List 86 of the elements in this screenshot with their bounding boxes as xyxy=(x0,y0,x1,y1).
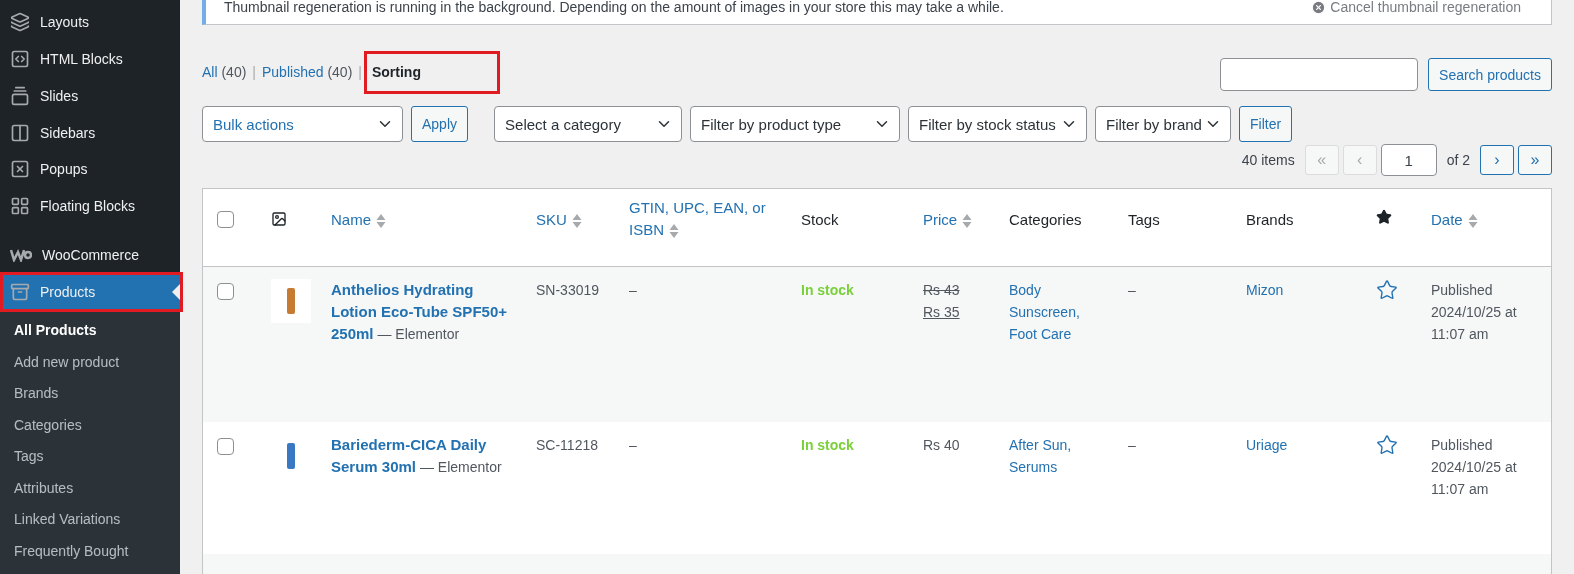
sort-icon xyxy=(1467,213,1478,230)
tags-text: – xyxy=(1128,437,1136,453)
brand-link[interactable]: Uriage xyxy=(1246,434,1356,456)
image-icon xyxy=(271,211,287,227)
notice-message: Thumbnail regeneration is running in the background. Depending on the amount of images in your store this may take a while. xyxy=(224,0,1004,15)
menu-icon xyxy=(10,196,30,217)
publish-date: Published 2024/10/25 at 11:07 am xyxy=(1431,282,1517,342)
category-link[interactable]: Body Sunscreen, xyxy=(1009,279,1108,323)
menu-icon xyxy=(10,281,30,302)
menu-icon xyxy=(10,122,30,143)
column-header[interactable]: SKU xyxy=(536,209,582,231)
tags-text: – xyxy=(1128,282,1136,298)
sale-price: Rs 35 xyxy=(923,303,961,322)
gtin-text: – xyxy=(629,282,637,298)
featured-star-icon[interactable] xyxy=(1376,434,1398,456)
featured-star-icon[interactable] xyxy=(1376,279,1398,301)
last-page-button[interactable]: » xyxy=(1518,145,1552,175)
menu-icon xyxy=(10,12,30,33)
page-input[interactable]: 1 xyxy=(1380,144,1437,176)
menu-item[interactable]: HTML Blocks xyxy=(0,40,180,78)
sort-icon xyxy=(669,223,679,240)
view-link[interactable]: All (40) xyxy=(202,63,247,80)
menu-icon xyxy=(10,159,30,180)
submenu-item[interactable]: All Products xyxy=(0,316,180,348)
view-link[interactable]: Sorting xyxy=(363,51,497,92)
next-page-button[interactable]: › xyxy=(1480,145,1514,175)
menu-item[interactable]: WooCommerce xyxy=(0,236,180,274)
menu-item[interactable]: Layouts xyxy=(0,4,180,41)
gtin-text: – xyxy=(629,437,637,453)
category-link[interactable]: Serums xyxy=(1009,456,1108,478)
column-header[interactable]: Price xyxy=(923,209,973,231)
star-icon xyxy=(1376,209,1392,225)
sort-icon xyxy=(962,213,973,230)
column-header[interactable]: Name xyxy=(331,209,386,231)
submenu-item[interactable]: Add new product xyxy=(0,347,180,379)
stock-status: In stock xyxy=(801,437,854,453)
price-text: Rs 40 xyxy=(923,437,960,453)
column-label: Categories xyxy=(1009,210,1082,230)
sku-text: SC-11218 xyxy=(536,437,598,453)
sort-icon xyxy=(571,213,582,230)
stock-status: In stock xyxy=(801,282,854,298)
menu-icon xyxy=(10,85,30,106)
menu-item[interactable]: Floating Blocks xyxy=(0,187,180,225)
view-separator: | xyxy=(358,63,362,80)
submenu-item[interactable]: Frequently Bought xyxy=(0,536,180,568)
brand-link[interactable]: Mizon xyxy=(1246,279,1356,301)
item-count: 40 items xyxy=(1241,152,1295,168)
column-label: Stock xyxy=(801,210,839,230)
photo-placeholder xyxy=(271,279,311,323)
cancel-link[interactable]: Cancel thumbnail regeneration xyxy=(1311,0,1521,15)
menu-item[interactable]: Slides xyxy=(0,77,180,115)
view-link[interactable]: Published (40) xyxy=(262,63,353,80)
row-checkbox[interactable] xyxy=(217,438,234,455)
filter-select[interactable]: Filter by product type xyxy=(690,106,901,142)
column-label: Brands xyxy=(1246,210,1294,230)
submenu-item[interactable]: Categories xyxy=(0,410,180,442)
row-checkbox[interactable] xyxy=(217,283,234,300)
product-title[interactable]: Bariederm-CICA Daily Serum 30ml — Elementor xyxy=(331,434,516,478)
submenu-item[interactable]: Brands xyxy=(0,379,180,411)
submenu-item[interactable]: Attributes xyxy=(0,473,180,505)
category-link[interactable]: Foot Care xyxy=(1009,323,1108,345)
regular-price: Rs 43 xyxy=(923,281,961,300)
bulk-actions-select[interactable]: Bulk actions xyxy=(202,106,403,142)
sort-icon xyxy=(376,213,386,230)
menu-item[interactable]: Products xyxy=(0,273,180,310)
menu-item[interactable]: Popups xyxy=(0,151,180,188)
search-button[interactable]: Search products xyxy=(1428,58,1552,91)
category-link[interactable]: After Sun, xyxy=(1009,434,1108,456)
publish-date: Published 2024/10/25 at 11:07 am xyxy=(1431,437,1517,497)
column-header[interactable]: Date xyxy=(1431,209,1478,231)
menu-item[interactable]: Sidebars xyxy=(0,114,180,151)
column-header[interactable]: GTIN, UPC, EAN, or ISBN xyxy=(629,197,781,241)
submenu-item[interactable]: Linked Variations xyxy=(0,505,180,537)
apply-button[interactable]: Apply xyxy=(411,106,469,142)
page-total: of 2 xyxy=(1446,152,1470,168)
select-all-checkbox[interactable] xyxy=(217,211,234,228)
filter-select[interactable]: Select a category xyxy=(494,106,683,142)
view-separator: | xyxy=(252,63,256,80)
column-label: Tags xyxy=(1128,210,1160,230)
search-field[interactable] xyxy=(1220,58,1419,91)
filter-select[interactable]: Filter by brand xyxy=(1095,106,1232,142)
filter-button[interactable]: Filter xyxy=(1239,106,1293,142)
menu-icon xyxy=(10,49,30,70)
filter-select[interactable]: Filter by stock status xyxy=(908,106,1088,142)
submenu-item[interactable]: Tags xyxy=(0,442,180,474)
sku-text: SN-33019 xyxy=(536,282,600,298)
